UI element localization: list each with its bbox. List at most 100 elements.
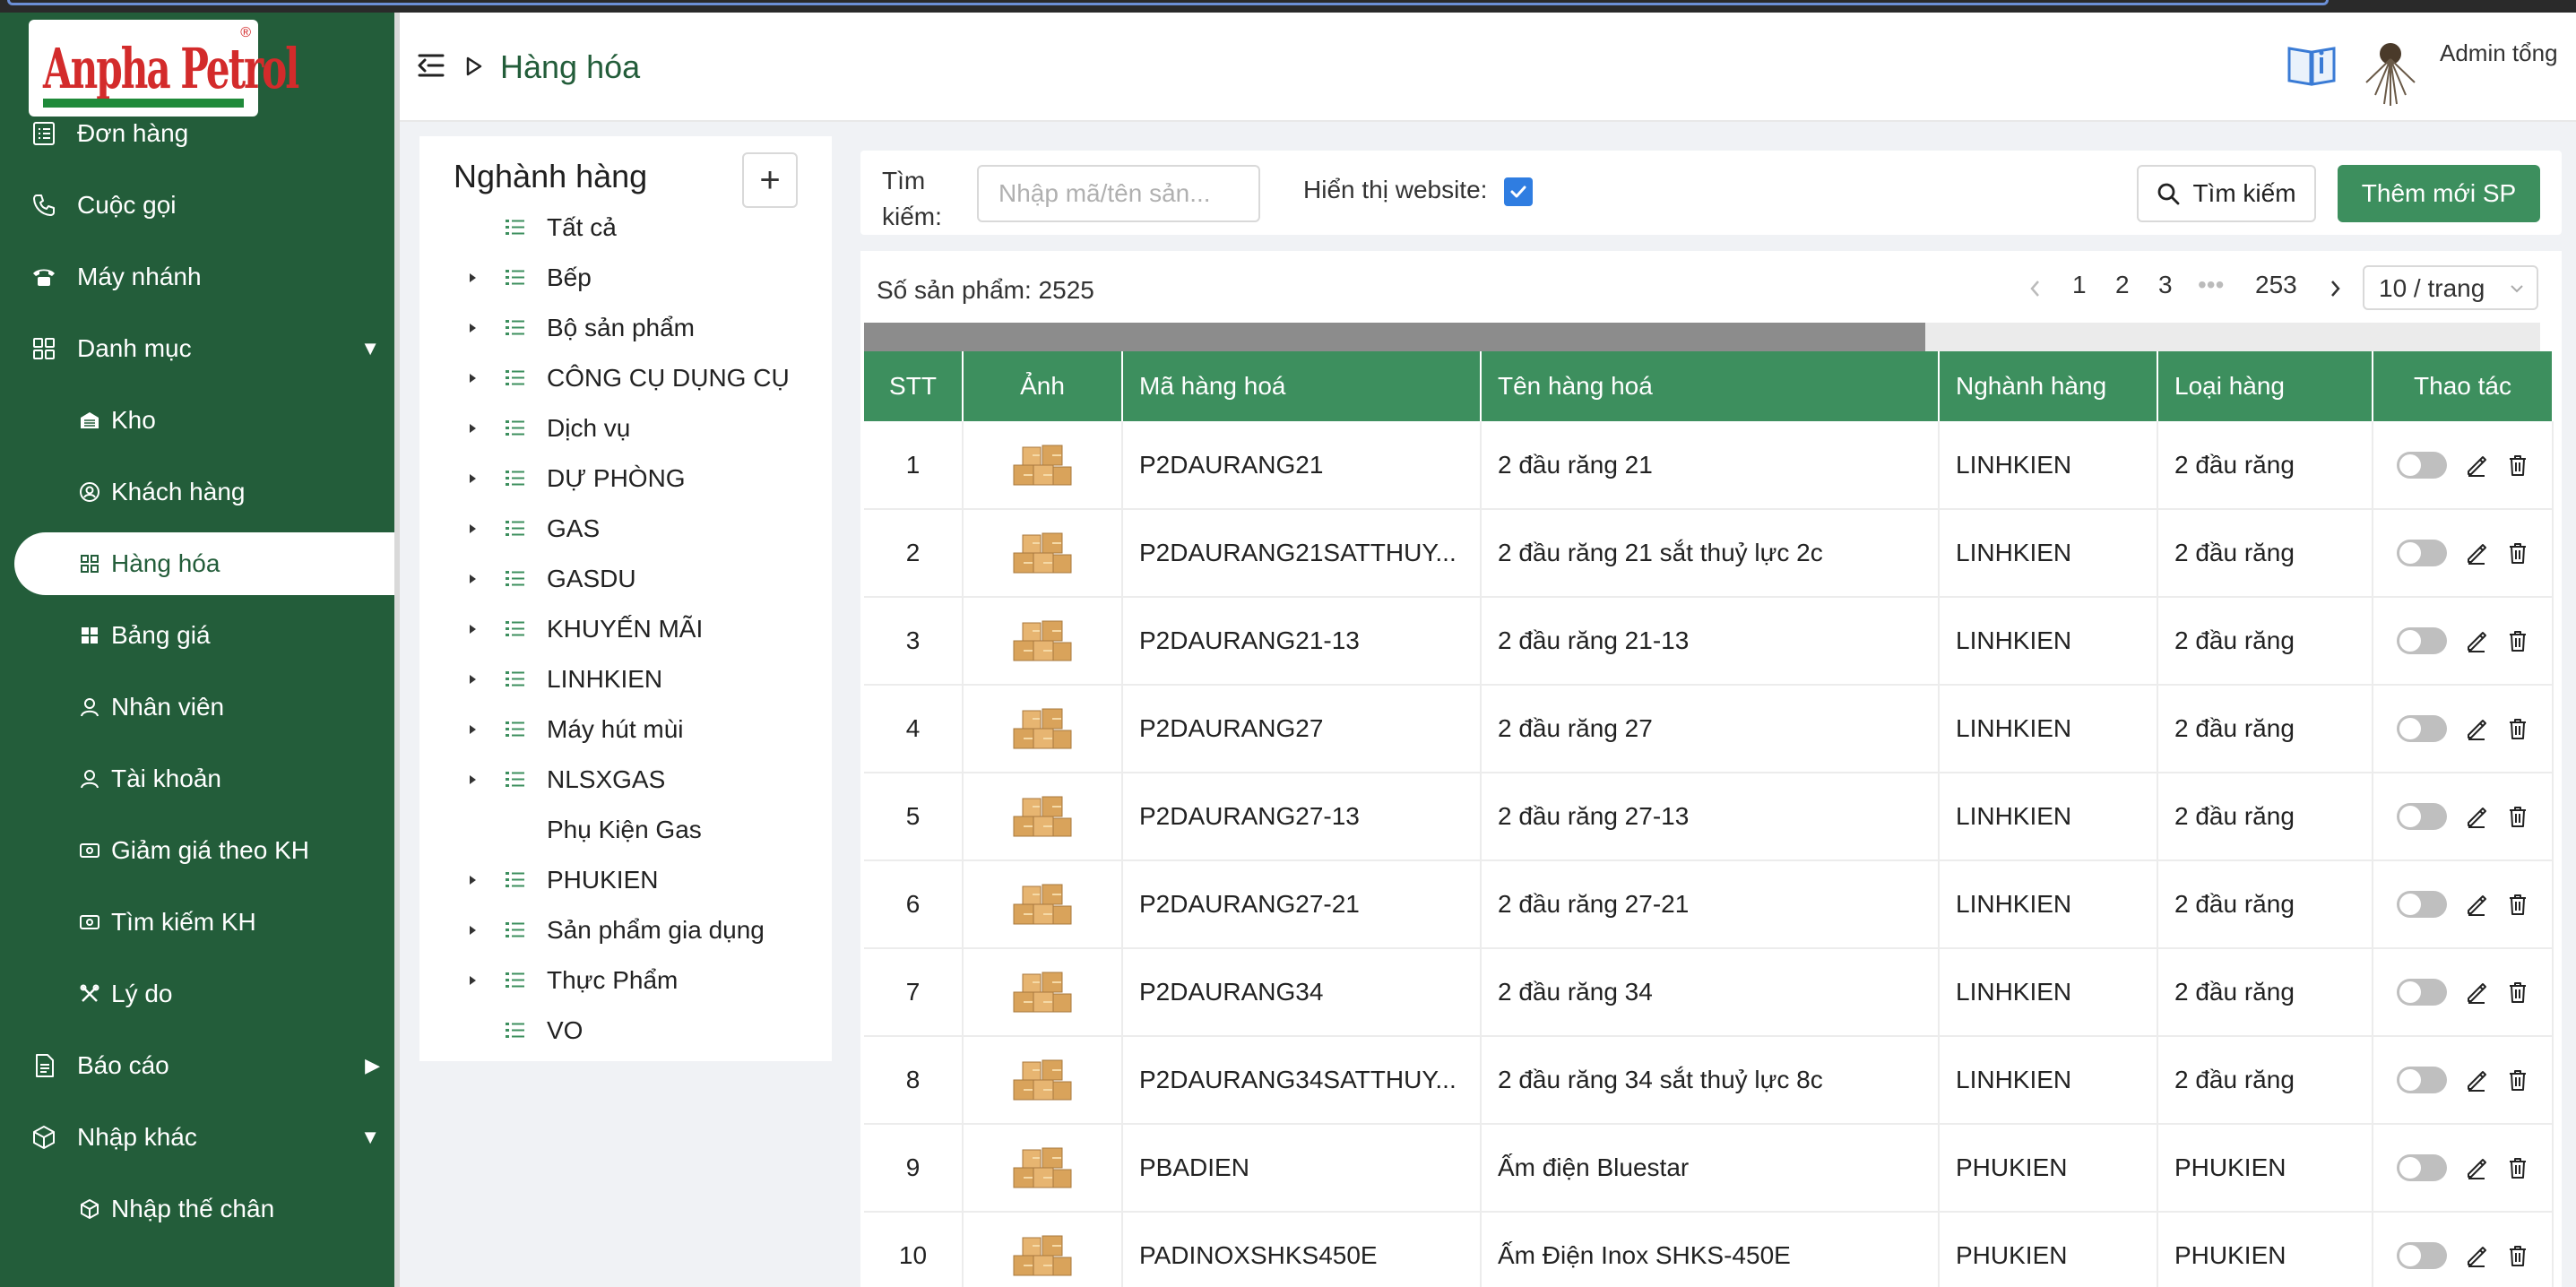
page-last[interactable]: 253 <box>2255 271 2297 299</box>
edit-icon[interactable] <box>2465 629 2488 652</box>
add-category-button[interactable]: + <box>742 152 798 208</box>
expand-caret-icon[interactable] <box>466 673 479 686</box>
edit-icon[interactable] <box>2465 453 2488 477</box>
trash-icon[interactable] <box>2506 541 2529 565</box>
category-item[interactable]: DỰ PHÒNG <box>419 453 832 504</box>
category-item[interactable]: KHUYẾN MÃI <box>419 604 832 654</box>
expand-caret-icon[interactable] <box>466 422 479 435</box>
category-item[interactable]: Tất cả <box>419 203 832 253</box>
table-row[interactable]: 4 P2DAURANG27 2 đầu răng 27 LINHKIEN 2 đầu r… <box>864 685 2554 773</box>
expand-caret-icon[interactable] <box>466 322 479 334</box>
website-toggle[interactable] <box>2396 715 2447 742</box>
website-toggle[interactable] <box>2396 451 2447 479</box>
category-item[interactable]: Phụ Kiện Gas <box>419 805 832 855</box>
page-3[interactable]: 3 <box>2158 271 2173 299</box>
category-item[interactable]: LINHKIEN <box>419 654 832 704</box>
category-item[interactable]: Thực Phẩm <box>419 955 832 1006</box>
category-item[interactable]: CÔNG CỤ DỤNG CỤ <box>419 353 832 403</box>
table-row[interactable]: 2 P2DAURANG21SATTHUY... 2 đầu răng 21 sắt … <box>864 509 2554 598</box>
sidebar-item-9[interactable]: Nhân viên <box>0 676 400 739</box>
trash-icon[interactable] <box>2506 453 2529 477</box>
trash-icon[interactable] <box>2506 805 2529 828</box>
edit-icon[interactable] <box>2465 717 2488 740</box>
sidebar-scrollbar[interactable] <box>394 13 400 1287</box>
category-item[interactable]: Sản phẩm gia dụng <box>419 905 832 955</box>
edit-icon[interactable] <box>2465 1156 2488 1179</box>
trash-icon[interactable] <box>2506 1156 2529 1179</box>
table-row[interactable]: 9 PBADIEN Ấm điện Bluestar PHUKIEN PHUKIEN <box>864 1124 2554 1213</box>
collapse-menu-icon[interactable] <box>416 50 446 81</box>
page-1[interactable]: 1 <box>2072 271 2087 299</box>
sidebar-item-16[interactable]: Nhập thế chân <box>0 1178 400 1240</box>
table-row[interactable]: 10 PADINOXSHKS450E Ấm Điện Inox SHKS-450E P… <box>864 1212 2554 1287</box>
expand-caret-icon[interactable] <box>466 874 479 886</box>
table-row[interactable]: 6 P2DAURANG27-21 2 đầu răng 27-21 LINHKIEN 2… <box>864 860 2554 949</box>
sidebar-item-4[interactable]: Danh mục ▼ <box>0 317 400 380</box>
user-name[interactable]: Admin tổng <box>2440 39 2558 67</box>
page-size-select[interactable]: 10 / trang <box>2363 265 2538 310</box>
expand-caret-icon[interactable] <box>466 623 479 635</box>
sidebar-item-2[interactable]: Cuộc gọi <box>0 174 400 237</box>
table-row[interactable]: 7 P2DAURANG34 2 đầu răng 34 LINHKIEN 2 đầu r… <box>864 948 2554 1037</box>
sidebar-item-15[interactable]: Nhập khác ▼ <box>0 1106 400 1169</box>
sidebar-item-6[interactable]: Khách hàng <box>0 461 400 523</box>
expand-caret-icon[interactable] <box>466 372 479 384</box>
expand-caret-icon[interactable] <box>466 523 479 535</box>
sidebar-item-11[interactable]: Giảm giá theo KH <box>0 819 400 882</box>
trash-icon[interactable] <box>2506 1244 2529 1267</box>
expand-caret-icon[interactable] <box>466 924 479 937</box>
sidebar-item-8[interactable]: Bảng giá <box>0 604 400 667</box>
expand-caret-icon[interactable] <box>466 573 479 585</box>
next-page-icon[interactable] <box>2327 278 2343 299</box>
edit-icon[interactable] <box>2465 1068 2488 1092</box>
category-item[interactable]: Bếp <box>419 253 832 303</box>
edit-icon[interactable] <box>2465 541 2488 565</box>
search-button[interactable]: Tìm kiếm <box>2137 165 2316 222</box>
website-checkbox[interactable] <box>1504 177 1533 206</box>
website-toggle[interactable] <box>2396 540 2447 566</box>
website-toggle[interactable] <box>2396 1154 2447 1181</box>
category-item[interactable]: PHUKIEN <box>419 855 832 905</box>
sidebar-item-1[interactable]: Đơn hàng <box>0 102 400 165</box>
table-row[interactable]: 8 P2DAURANG34SATTHUY... 2 đầu răng 34 sắt … <box>864 1036 2554 1125</box>
edit-icon[interactable] <box>2465 1244 2488 1267</box>
category-item[interactable]: GAS <box>419 504 832 554</box>
sidebar-item-3[interactable]: Máy nhánh <box>0 246 400 308</box>
search-input[interactable] <box>977 165 1260 222</box>
trash-icon[interactable] <box>2506 893 2529 916</box>
page-ellipsis[interactable]: ••• <box>2198 271 2224 299</box>
trash-icon[interactable] <box>2506 717 2529 740</box>
category-item[interactable]: NLSXGAS <box>419 755 832 805</box>
expand-caret-icon[interactable] <box>466 773 479 786</box>
edit-icon[interactable] <box>2465 980 2488 1004</box>
expand-caret-icon[interactable] <box>466 472 479 485</box>
horizontal-scrollbar[interactable] <box>864 323 2540 351</box>
trash-icon[interactable] <box>2506 980 2529 1004</box>
sidebar-item-5[interactable]: Kho <box>0 389 400 452</box>
table-row[interactable]: 1 P2DAURANG21 2 đầu răng 21 LINHKIEN 2 đầu r… <box>864 421 2554 510</box>
sidebar-item-12[interactable]: Tìm kiếm KH <box>0 891 400 954</box>
edit-icon[interactable] <box>2465 805 2488 828</box>
expand-caret-icon[interactable] <box>466 723 479 736</box>
website-toggle[interactable] <box>2396 979 2447 1006</box>
trash-icon[interactable] <box>2506 1068 2529 1092</box>
category-item[interactable]: GASDU <box>419 554 832 604</box>
expand-caret-icon[interactable] <box>466 974 479 987</box>
website-toggle[interactable] <box>2396 891 2447 918</box>
table-row[interactable]: 5 P2DAURANG27-13 2 đầu răng 27-13 LINHKIEN 2… <box>864 773 2554 861</box>
website-toggle[interactable] <box>2396 627 2447 654</box>
sidebar-item-14[interactable]: Báo cáo ▶ <box>0 1034 400 1097</box>
trash-icon[interactable] <box>2506 629 2529 652</box>
website-toggle[interactable] <box>2396 1242 2447 1269</box>
sidebar-item-7[interactable]: Hàng hóa <box>14 532 400 595</box>
prev-page-icon[interactable] <box>2027 278 2044 299</box>
sidebar-item-13[interactable]: Lý do <box>0 963 400 1025</box>
category-item[interactable]: Bộ sản phẩm <box>419 303 832 353</box>
add-product-button[interactable]: Thêm mới SP <box>2338 165 2540 222</box>
expand-caret-icon[interactable] <box>466 272 479 284</box>
category-item[interactable]: Máy hút mùi <box>419 704 832 755</box>
website-toggle[interactable] <box>2396 803 2447 830</box>
scrollbar-thumb[interactable] <box>864 323 1925 351</box>
book-info-icon[interactable] <box>2286 41 2338 90</box>
website-toggle[interactable] <box>2396 1067 2447 1093</box>
